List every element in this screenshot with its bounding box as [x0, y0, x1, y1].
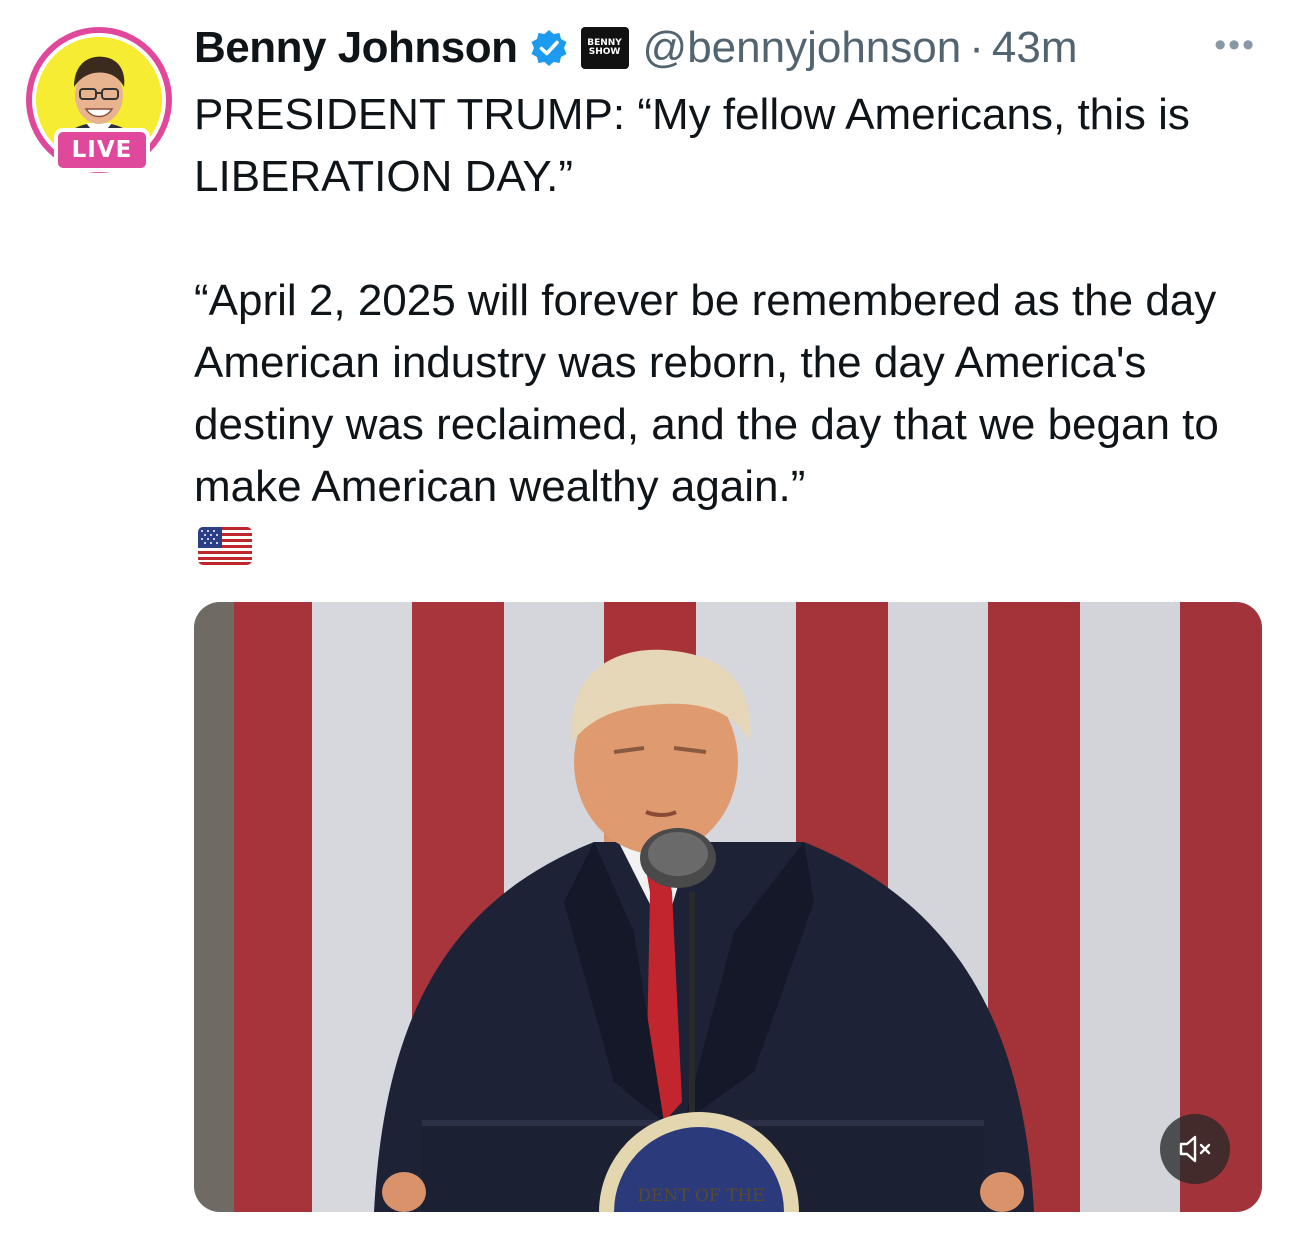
more-options-icon[interactable]: •••	[1214, 26, 1256, 65]
presidential-seal-text: DENT OF THE	[637, 1186, 765, 1206]
us-flag-emoji-icon	[198, 527, 252, 565]
mute-icon	[1179, 1135, 1211, 1163]
avatar-live[interactable]: LIVE	[26, 27, 172, 173]
video-player[interactable]: DENT OF THE	[194, 602, 1262, 1212]
affiliate-badge-line: SHOW	[588, 47, 621, 57]
display-name[interactable]: Benny Johnson	[194, 23, 518, 73]
live-badge: LIVE	[54, 128, 150, 172]
separator-dot: ·	[969, 23, 984, 72]
timestamp[interactable]: 43m	[992, 23, 1078, 73]
video-frame	[194, 602, 1262, 1212]
affiliate-badge[interactable]: BENNY SHOW	[580, 27, 629, 69]
tweet-text: PRESIDENT TRUMP: “My fellow Americans, t…	[194, 90, 1219, 511]
handle[interactable]: @bennyjohnson	[643, 23, 962, 73]
tweet-header: Benny Johnson BENNY SHOW @bennyjohnson ·…	[194, 20, 1264, 76]
verified-badge-icon[interactable]	[529, 28, 569, 68]
mute-button[interactable]	[1160, 1114, 1230, 1184]
